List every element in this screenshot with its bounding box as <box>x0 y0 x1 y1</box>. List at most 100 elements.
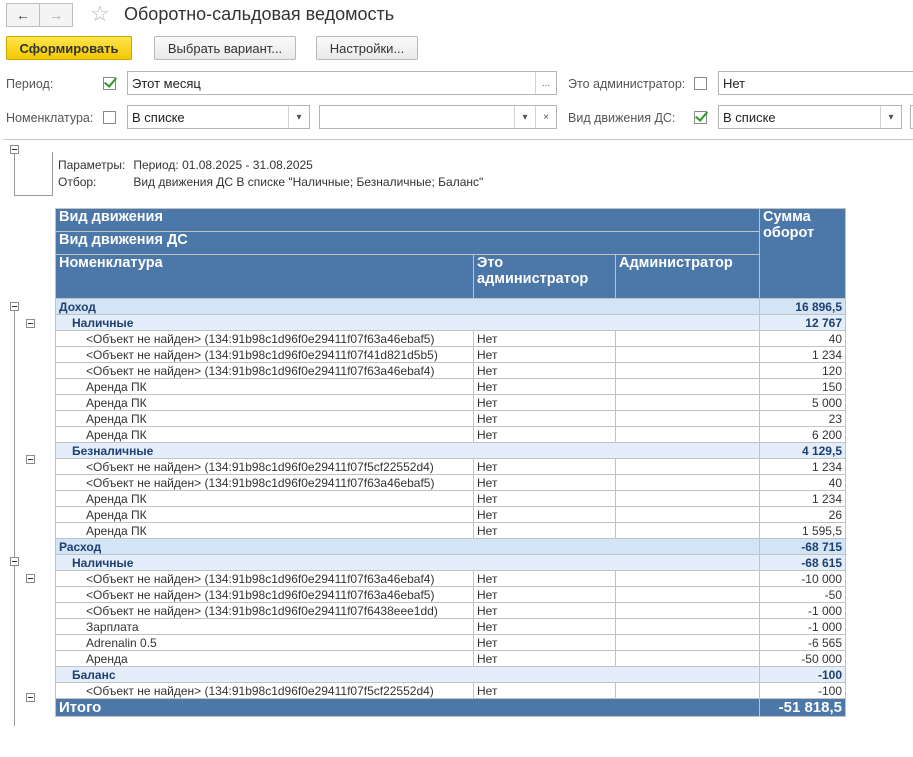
admin-cell <box>615 474 760 491</box>
nomenclature-value-field[interactable]: ▾ × <box>319 105 557 129</box>
admin-cell <box>615 602 760 619</box>
dropdown-arrow-icon[interactable]: ▾ <box>288 106 309 128</box>
sum-cell: 1 595,5 <box>759 522 846 539</box>
sum-cell: -50 <box>759 586 846 603</box>
group-name: Расход <box>55 538 760 555</box>
admin-cell <box>615 346 760 363</box>
table-row[interactable]: <Объект не найден> (134:91b98c1d96f0e294… <box>55 474 846 491</box>
admin-cell <box>615 682 760 699</box>
sum-cell: -10 000 <box>759 570 846 587</box>
nomenclature-cell: <Объект не найден> (134:91b98c1d96f0e294… <box>55 346 474 363</box>
table-row[interactable]: Зарплата Нет -1 000 <box>55 618 846 635</box>
collapse-group-icon[interactable] <box>26 693 35 702</box>
is-admin-value: Нет <box>723 75 746 91</box>
collapse-group-icon[interactable] <box>10 557 19 566</box>
admin-cell <box>615 490 760 507</box>
is-admin-field[interactable]: Нет <box>718 71 913 95</box>
nomenclature-cell: Аренда <box>55 650 474 667</box>
nomenclature-checkbox[interactable] <box>103 111 116 124</box>
sum-cell: 40 <box>759 474 846 491</box>
admin-cell <box>615 378 760 395</box>
nomenclature-label: Номенклатура: <box>6 111 94 125</box>
sum-cell: 6 200 <box>759 426 846 443</box>
choose-variant-button[interactable]: Выбрать вариант... <box>154 36 296 60</box>
is-admin-cell: Нет <box>473 394 616 411</box>
period-field[interactable]: Этот месяц ... <box>127 71 557 95</box>
is-admin-cell: Нет <box>473 522 616 539</box>
table-row[interactable]: Аренда ПК Нет 1 595,5 <box>55 522 846 539</box>
is-admin-cell: Нет <box>473 330 616 347</box>
dropdown-arrow-icon[interactable]: ▾ <box>514 106 535 128</box>
nomenclature-cell: <Объект не найден> (134:91b98c1d96f0e294… <box>55 362 474 379</box>
nomenclature-cell: Аренда ПК <box>55 378 474 395</box>
nomenclature-mode-select[interactable]: В списке ▾ <box>127 105 310 129</box>
nomenclature-cell: Аренда ПК <box>55 506 474 523</box>
is-admin-checkbox[interactable] <box>694 77 707 90</box>
collapse-group-icon[interactable] <box>10 302 19 311</box>
navigation: ← → <box>6 3 73 27</box>
table-row[interactable]: Adrenalin 0.5 Нет -6 565 <box>55 634 846 651</box>
table-row[interactable]: <Объект не найден> (134:91b98c1d96f0e294… <box>55 586 846 603</box>
table-row[interactable]: Аренда ПК Нет 23 <box>55 410 846 427</box>
ellipsis-icon[interactable]: ... <box>535 72 556 94</box>
group-row[interactable]: Расход -68 715 <box>55 538 846 555</box>
admin-cell <box>615 586 760 603</box>
group-total: -68 715 <box>759 538 846 555</box>
sum-cell: 1 234 <box>759 346 846 363</box>
clear-icon[interactable]: × <box>535 106 556 128</box>
dropdown-arrow-icon[interactable]: ▾ <box>880 106 901 128</box>
group-row[interactable]: Доход 16 896,5 <box>55 298 846 315</box>
table-row[interactable]: Аренда Нет -50 000 <box>55 650 846 667</box>
subgroup-row[interactable]: Наличные 12 767 <box>55 314 846 331</box>
is-admin-cell: Нет <box>473 602 616 619</box>
movement-mode-select[interactable]: В списке ▾ <box>718 105 902 129</box>
is-admin-cell: Нет <box>473 362 616 379</box>
subgroup-row[interactable]: Наличные -68 615 <box>55 554 846 571</box>
movement-checkbox[interactable] <box>694 111 707 124</box>
report-params: Параметры: Период: 01.08.2025 - 31.08.20… <box>58 157 491 191</box>
is-admin-cell: Нет <box>473 682 616 699</box>
collapse-group-icon[interactable] <box>26 455 35 464</box>
table-row[interactable]: <Объект не найден> (134:91b98c1d96f0e294… <box>55 362 846 379</box>
nomenclature-cell: Аренда ПК <box>55 522 474 539</box>
subgroup-row[interactable]: Безналичные 4 129,5 <box>55 442 846 459</box>
tree-line <box>14 154 15 196</box>
col-is-admin: Это администратор <box>473 254 616 299</box>
table-row[interactable]: <Объект не найден> (134:91b98c1d96f0e294… <box>55 682 846 699</box>
sum-cell: 1 234 <box>759 458 846 475</box>
settings-button[interactable]: Настройки... <box>316 36 418 60</box>
collapse-params-icon[interactable] <box>10 145 19 154</box>
header-row: Номенклатура Это администратор Администр… <box>55 254 846 299</box>
table-row[interactable]: <Объект не найден> (134:91b98c1d96f0e294… <box>55 458 846 475</box>
collapse-group-icon[interactable] <box>26 574 35 583</box>
is-admin-cell: Нет <box>473 378 616 395</box>
table-row[interactable]: <Объект не найден> (134:91b98c1d96f0e294… <box>55 346 846 363</box>
filter-label: Отбор: <box>58 175 97 189</box>
admin-cell <box>615 410 760 427</box>
table-row[interactable]: <Объект не найден> (134:91b98c1d96f0e294… <box>55 602 846 619</box>
is-admin-cell: Нет <box>473 474 616 491</box>
table-row[interactable]: Аренда ПК Нет 26 <box>55 506 846 523</box>
tree-line <box>14 195 52 196</box>
nomenclature-cell: <Объект не найден> (134:91b98c1d96f0e294… <box>55 458 474 475</box>
table-row[interactable]: <Объект не найден> (134:91b98c1d96f0e294… <box>55 570 846 587</box>
collapse-group-icon[interactable] <box>26 319 35 328</box>
generate-button[interactable]: Сформировать <box>6 36 132 60</box>
forward-button[interactable]: → <box>40 3 73 27</box>
period-checkbox[interactable] <box>103 77 116 90</box>
admin-cell <box>615 394 760 411</box>
nomenclature-cell: Аренда ПК <box>55 490 474 507</box>
table-row[interactable]: Аренда ПК Нет 5 000 <box>55 394 846 411</box>
is-admin-cell: Нет <box>473 426 616 443</box>
table-row[interactable]: Аренда ПК Нет 6 200 <box>55 426 846 443</box>
back-button[interactable]: ← <box>6 3 40 27</box>
admin-cell <box>615 522 760 539</box>
admin-cell <box>615 570 760 587</box>
sum-cell: -6 565 <box>759 634 846 651</box>
table-row[interactable]: Аренда ПК Нет 1 234 <box>55 490 846 507</box>
subgroup-total: 12 767 <box>759 314 846 331</box>
subgroup-row[interactable]: Баланс -100 <box>55 666 846 683</box>
favorite-star-icon[interactable]: ☆ <box>90 2 110 26</box>
table-row[interactable]: <Объект не найден> (134:91b98c1d96f0e294… <box>55 330 846 347</box>
table-row[interactable]: Аренда ПК Нет 150 <box>55 378 846 395</box>
